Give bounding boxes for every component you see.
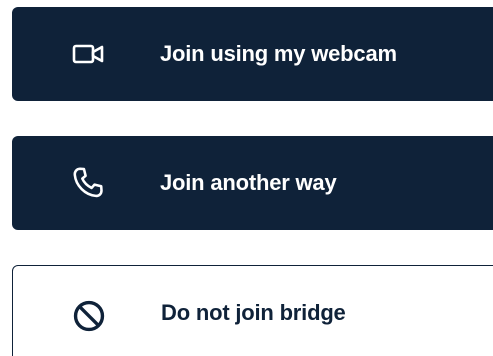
prohibited-icon: [69, 296, 109, 336]
join-webcam-label: Join using my webcam: [160, 41, 397, 66]
phone-icon: [68, 163, 108, 203]
do-not-join-bridge-label: Do not join bridge: [161, 300, 346, 325]
video-camera-icon: [68, 34, 108, 74]
join-another-way-button[interactable]: Join another way: [12, 136, 493, 230]
do-not-join-bridge-button[interactable]: Do not join bridge: [12, 265, 493, 356]
join-webcam-button[interactable]: Join using my webcam: [12, 7, 493, 101]
join-another-way-label: Join another way: [160, 170, 337, 195]
